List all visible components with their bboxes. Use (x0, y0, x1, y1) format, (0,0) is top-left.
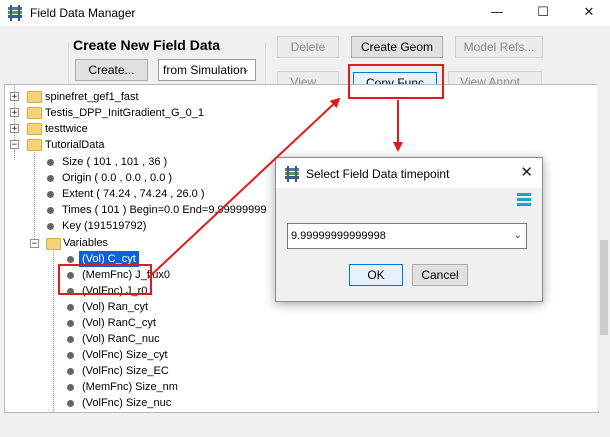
tree-item[interactable]: Testis_DPP_InitGradient_G_0_1 (45, 105, 204, 121)
folder-open-icon (46, 238, 61, 250)
folder-icon (27, 123, 42, 135)
tree-item[interactable]: testtwice (45, 121, 88, 137)
expand-toggle[interactable]: + (10, 108, 19, 118)
maximize-button[interactable]: ☐ (520, 0, 566, 26)
create-button[interactable]: Create... (75, 59, 148, 81)
tree-prop[interactable]: Times ( 101 ) Begin=0.0 End=9.99999999 (62, 202, 266, 218)
bullet-icon (67, 336, 74, 343)
ok-button[interactable]: OK (349, 264, 403, 286)
bullet-icon (67, 304, 74, 311)
bullet-icon (67, 256, 74, 263)
variable-item[interactable]: (Vol) RanC_cyt (82, 315, 156, 331)
source-select[interactable]: from Simulation ⌄ (158, 59, 256, 81)
folder-icon (27, 107, 42, 119)
tree-prop[interactable]: Key (191519792) (62, 218, 146, 234)
dialog-body: 9.99999999999998 ⌄ OK Cancel (276, 188, 542, 301)
tree-item-variables[interactable]: Variables (63, 235, 108, 251)
delete-button[interactable]: Delete (277, 36, 339, 58)
expand-toggle[interactable]: + (10, 124, 19, 134)
variable-item[interactable]: (Vol) Ran_cyt (82, 299, 148, 315)
expand-toggle[interactable]: + (10, 92, 19, 102)
bullet-icon (47, 175, 54, 182)
bullet-icon (47, 207, 54, 214)
folder-icon (27, 91, 42, 103)
dialog-close-icon[interactable]: ✕ (520, 163, 533, 181)
highlight-box-copy-func (348, 64, 444, 99)
bullet-icon (67, 400, 74, 407)
variable-item[interactable]: (VolFnc) Size_nuc (82, 395, 171, 411)
dialog-title: Select Field Data timepoint (306, 167, 450, 181)
minimize-button[interactable]: — (474, 0, 520, 26)
bullet-icon (47, 223, 54, 230)
variable-item[interactable]: (Vol) RanC_nuc (82, 331, 160, 347)
timepoint-select[interactable]: 9.99999999999998 ⌄ (287, 223, 527, 249)
collapse-toggle[interactable]: − (10, 140, 19, 150)
window-title: Field Data Manager (30, 6, 136, 20)
source-select-value: from Simulation (163, 63, 247, 77)
tree-item[interactable]: TutorialData (45, 137, 105, 153)
create-geom-button[interactable]: Create Geom (351, 36, 443, 58)
bullet-icon (67, 384, 74, 391)
close-button[interactable]: ✕ (566, 0, 610, 26)
collapse-toggle[interactable]: − (30, 239, 39, 249)
scrollbar-thumb[interactable] (600, 240, 608, 335)
tree-item[interactable]: spinefret_gef1_fast (45, 89, 139, 105)
tree-prop[interactable]: Extent ( 74.24 , 74.24 , 26.0 ) (62, 186, 204, 202)
cancel-button[interactable]: Cancel (412, 264, 468, 286)
bullet-icon (67, 352, 74, 359)
menu-icon[interactable] (517, 193, 531, 206)
bullet-icon (67, 320, 74, 327)
title-bar: Field Data Manager — ☐ ✕ (0, 0, 610, 26)
variable-item[interactable]: (MemFnc) Size_nm (82, 379, 178, 395)
app-logo-icon (285, 166, 299, 182)
tree-prop[interactable]: Size ( 101 , 101 , 36 ) (62, 154, 167, 170)
variable-item[interactable]: (VolFnc) Size_EC (82, 363, 169, 379)
select-timepoint-dialog: Select Field Data timepoint ✕ 9.99999999… (275, 157, 543, 302)
create-group-title: Create New Field Data (73, 37, 221, 53)
highlight-box-variable (58, 264, 152, 295)
app-logo-icon (8, 5, 22, 21)
tree-prop[interactable]: Origin ( 0.0 , 0.0 , 0.0 ) (62, 170, 172, 186)
timepoint-select-value: 9.99999999999998 (291, 230, 386, 242)
chevron-down-icon: ⌄ (513, 230, 522, 241)
bullet-icon (47, 191, 54, 198)
bullet-icon (47, 159, 54, 166)
chevron-down-icon: ⌄ (241, 64, 250, 75)
bullet-icon (67, 368, 74, 375)
folder-open-icon (27, 139, 42, 151)
model-refs-button[interactable]: Model Refs... (455, 36, 543, 58)
variable-item[interactable]: (VolFnc) Size_cyt (82, 347, 168, 363)
